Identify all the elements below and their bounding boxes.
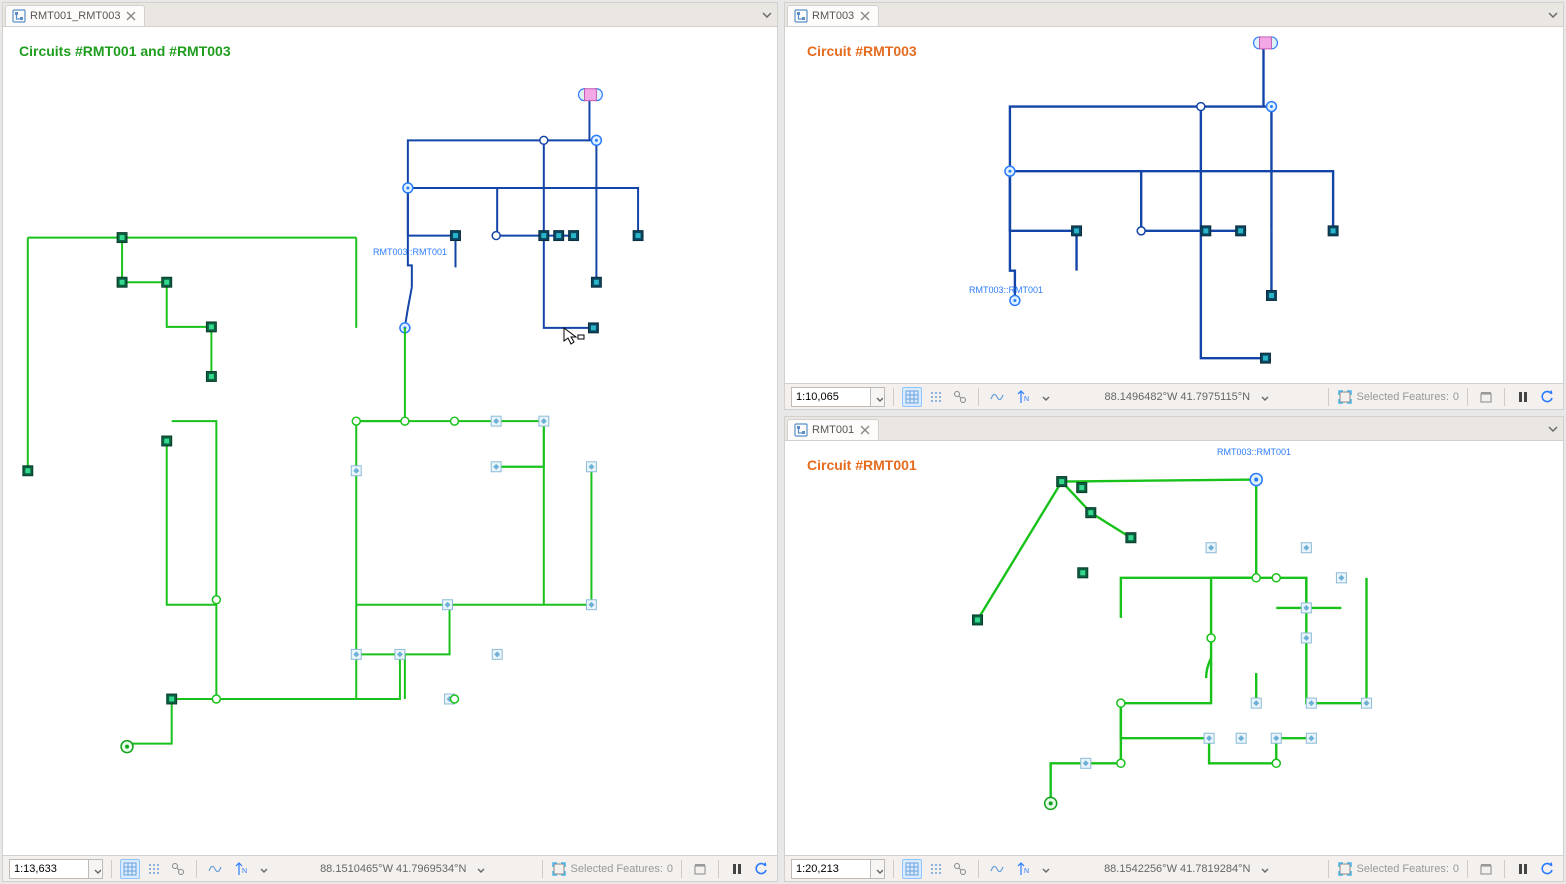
- grid-button[interactable]: [902, 859, 922, 879]
- tabbar-menu-button[interactable]: [1543, 3, 1563, 26]
- diagram-icon: [12, 9, 26, 23]
- tabbar-menu-button[interactable]: [1543, 417, 1563, 440]
- more-tools-button[interactable]: [1035, 859, 1055, 879]
- circuit-combined: [3, 27, 777, 855]
- coordinates-readout: 88.1510465°W 41.7969534°N: [320, 859, 490, 879]
- scale-input[interactable]: [791, 387, 871, 407]
- close-icon[interactable]: [858, 423, 872, 437]
- close-icon[interactable]: [858, 9, 872, 23]
- close-icon[interactable]: [124, 9, 138, 23]
- more-tools-button[interactable]: [1035, 387, 1055, 407]
- scale-control: [791, 859, 885, 879]
- tab-rmt003[interactable]: RMT003: [787, 5, 879, 26]
- grid-button[interactable]: [120, 859, 140, 879]
- snapping-button[interactable]: [168, 859, 188, 879]
- pause-drawing-button[interactable]: [1513, 859, 1533, 879]
- scale-control: [9, 859, 103, 879]
- pane-right: RMT001_RMT003 Circuits #RMT001 and #RMT0…: [2, 2, 778, 882]
- diagram-canvas[interactable]: Circuits #RMT001 and #RMT003 RMT003::RMT…: [3, 27, 777, 855]
- tab-rmt001[interactable]: RMT001: [787, 419, 879, 440]
- snapping-button[interactable]: [950, 387, 970, 407]
- selected-features: Selected Features: 0: [551, 861, 673, 877]
- circuit-rmt001: [785, 441, 1563, 855]
- coords-menu[interactable]: [470, 859, 490, 879]
- grid-dots-button[interactable]: [926, 387, 946, 407]
- pane-bottom-left: RMT001 Circuit #RMT001 RMT003::RMT001: [784, 416, 1564, 882]
- selected-features: Selected Features: 0: [1337, 389, 1459, 405]
- circuit-label: RMT003::RMT001: [969, 285, 1043, 295]
- circuit-rmt003: [785, 27, 1563, 383]
- tab-rmt001-rmt003[interactable]: RMT001_RMT003: [5, 5, 145, 26]
- grid-dots-button[interactable]: [926, 859, 946, 879]
- circuit-label: RMT003::RMT001: [1217, 447, 1291, 457]
- tabbar: RMT001: [785, 417, 1563, 441]
- constraints-button[interactable]: [987, 387, 1007, 407]
- tab-label: RMT003: [812, 10, 854, 22]
- pane-top-left: RMT003 Circuit #RMT003 RMT003::RMT001: [784, 2, 1564, 410]
- coordinates-readout: 88.1496482°W 41.7975115°N: [1104, 387, 1274, 407]
- pause-drawing-button[interactable]: [1513, 387, 1533, 407]
- scale-input[interactable]: [791, 859, 871, 879]
- diagram-title: Circuits #RMT001 and #RMT003: [19, 43, 231, 59]
- tabbar: RMT001_RMT003: [3, 3, 777, 27]
- tab-label: RMT001: [812, 424, 854, 436]
- diagram-canvas[interactable]: Circuit #RMT003 RMT003::RMT001: [785, 27, 1563, 383]
- north-arrow-button[interactable]: [229, 859, 249, 879]
- status-bar: 88.1510465°W 41.7969534°N Selected Featu…: [3, 855, 777, 881]
- grid-button[interactable]: [902, 387, 922, 407]
- refresh-button[interactable]: [1537, 859, 1557, 879]
- constraints-button[interactable]: [205, 859, 225, 879]
- tabbar-menu-button[interactable]: [757, 3, 777, 26]
- tabbar: RMT003: [785, 3, 1563, 27]
- more-tools-button[interactable]: [253, 859, 273, 879]
- scale-dropdown[interactable]: [89, 859, 103, 879]
- status-bar: 88.1496482°W 41.7975115°N Selected Featu…: [785, 383, 1563, 409]
- tab-label: RMT001_RMT003: [30, 10, 120, 22]
- diagram-icon: [794, 423, 808, 437]
- snapping-button[interactable]: [950, 859, 970, 879]
- popup-button[interactable]: [690, 859, 710, 879]
- circuit-label: RMT003::RMT001: [373, 247, 447, 257]
- diagram-icon: [794, 9, 808, 23]
- selected-features: Selected Features: 0: [1337, 861, 1459, 877]
- scale-dropdown[interactable]: [871, 387, 885, 407]
- popup-button[interactable]: [1476, 387, 1496, 407]
- grid-dots-button[interactable]: [144, 859, 164, 879]
- popup-button[interactable]: [1476, 859, 1496, 879]
- pause-drawing-button[interactable]: [727, 859, 747, 879]
- diagram-canvas[interactable]: Circuit #RMT001 RMT003::RMT001: [785, 441, 1563, 855]
- coordinates-readout: 88.1542256°W 41.7819284°N: [1104, 859, 1274, 879]
- north-arrow-button[interactable]: [1011, 387, 1031, 407]
- diagram-title: Circuit #RMT001: [807, 457, 917, 473]
- scale-control: [791, 387, 885, 407]
- refresh-button[interactable]: [751, 859, 771, 879]
- constraints-button[interactable]: [987, 859, 1007, 879]
- north-arrow-button[interactable]: [1011, 859, 1031, 879]
- scale-dropdown[interactable]: [871, 859, 885, 879]
- status-bar: 88.1542256°W 41.7819284°N Selected Featu…: [785, 855, 1563, 881]
- refresh-button[interactable]: [1537, 387, 1557, 407]
- diagram-title: Circuit #RMT003: [807, 43, 917, 59]
- coords-menu[interactable]: [1254, 859, 1274, 879]
- coords-menu[interactable]: [1254, 387, 1274, 407]
- scale-input[interactable]: [9, 859, 89, 879]
